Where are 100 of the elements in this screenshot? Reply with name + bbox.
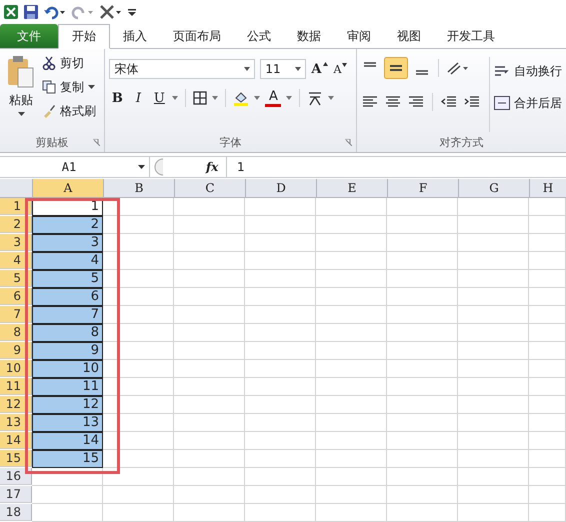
- table-cell: 12: [32, 396, 103, 414]
- row-header[interactable]: 2: [0, 216, 32, 233]
- row-header[interactable]: 4: [0, 252, 32, 269]
- row-header[interactable]: 6: [0, 288, 32, 305]
- font-color-button[interactable]: A: [265, 90, 282, 106]
- table-cell: [245, 324, 316, 342]
- table-cell: [103, 414, 174, 432]
- table-cell: [458, 270, 529, 288]
- ribbon-tab[interactable]: 开发工具: [434, 24, 508, 48]
- row-header[interactable]: 17: [0, 486, 32, 503]
- fill-color-icon[interactable]: [233, 90, 250, 106]
- table-cell: [316, 468, 387, 486]
- cut-button[interactable]: 剪切: [42, 53, 96, 73]
- row-header[interactable]: 5: [0, 270, 32, 287]
- ribbon-tab[interactable]: 页面布局: [160, 24, 234, 48]
- undo-icon[interactable]: [43, 4, 67, 20]
- ribbon-tab[interactable]: 数据: [284, 24, 334, 48]
- column-header[interactable]: H: [530, 179, 566, 198]
- table-cell: [458, 288, 529, 306]
- column-header[interactable]: A: [33, 179, 104, 198]
- excel-logo-icon[interactable]: [3, 4, 19, 20]
- insert-function-button[interactable]: fx: [206, 160, 226, 174]
- ribbon-tab[interactable]: 插入: [110, 24, 160, 48]
- wrap-text-icon: [494, 64, 510, 78]
- table-cell: [174, 288, 245, 306]
- table-cell: [103, 486, 174, 504]
- row-header[interactable]: 11: [0, 378, 32, 395]
- table-cell: [458, 324, 529, 342]
- table-cell: [245, 432, 316, 450]
- table-cell: 4: [32, 252, 103, 270]
- dropdown-caret-icon[interactable]: [212, 96, 218, 100]
- orientation-icon[interactable]: [446, 60, 470, 76]
- table-cell: [458, 198, 529, 216]
- save-icon[interactable]: [23, 4, 39, 20]
- row-header[interactable]: 14: [0, 432, 32, 449]
- table-cell: [458, 342, 529, 360]
- ribbon-tab[interactable]: 公式: [234, 24, 284, 48]
- italic-button[interactable]: I: [130, 90, 146, 106]
- row-header[interactable]: 9: [0, 342, 32, 359]
- shrink-font-button[interactable]: A: [332, 62, 348, 76]
- dialog-launcher-icon[interactable]: [93, 139, 100, 146]
- row-header[interactable]: 18: [0, 504, 32, 521]
- formula-input[interactable]: 1: [226, 157, 566, 177]
- font-name-field[interactable]: 宋体: [109, 59, 256, 79]
- wrap-text-button[interactable]: 自动换行: [494, 61, 562, 81]
- row-header[interactable]: 7: [0, 306, 32, 323]
- row-header[interactable]: 15: [0, 450, 32, 467]
- row-header[interactable]: 8: [0, 324, 32, 341]
- row-header[interactable]: 12: [0, 396, 32, 413]
- table-cell: [174, 504, 245, 522]
- bold-button[interactable]: B: [109, 90, 126, 106]
- clipboard-icon: [6, 55, 36, 89]
- column-header[interactable]: G: [459, 179, 530, 198]
- table-cell: [458, 468, 529, 486]
- group-label: 字体: [220, 134, 242, 150]
- table-cell: [174, 360, 245, 378]
- table-cell: [387, 270, 458, 288]
- dropdown-caret-icon[interactable]: [254, 96, 260, 100]
- table-cell: [529, 288, 566, 306]
- table-cell: [387, 378, 458, 396]
- borders-icon[interactable]: [193, 91, 208, 105]
- table-cell: [103, 504, 174, 522]
- ribbon-tab[interactable]: 视图: [384, 24, 434, 48]
- copy-button[interactable]: 复制: [42, 77, 96, 97]
- column-header[interactable]: B: [104, 179, 175, 198]
- table-cell: [103, 198, 174, 216]
- file-tab[interactable]: 文件: [0, 24, 58, 48]
- middle-align-icon[interactable]: [384, 57, 408, 79]
- grow-font-button[interactable]: A: [311, 62, 328, 76]
- merge-center-button[interactable]: 合并后居: [494, 93, 562, 113]
- table-cell: [529, 396, 566, 414]
- column-header[interactable]: C: [175, 179, 246, 198]
- ribbon-tab[interactable]: 开始: [58, 24, 110, 49]
- font-size-field[interactable]: 11: [260, 59, 306, 79]
- dropdown-caret-icon[interactable]: [286, 96, 292, 100]
- table-cell: [529, 234, 566, 252]
- table-cell: [174, 414, 245, 432]
- underline-button[interactable]: U: [151, 90, 168, 106]
- dropdown-caret-icon[interactable]: [172, 96, 178, 100]
- column-header[interactable]: E: [317, 179, 388, 198]
- name-box[interactable]: A1: [0, 157, 150, 177]
- table-cell: [316, 360, 387, 378]
- dialog-launcher-icon[interactable]: [345, 139, 352, 146]
- row-header[interactable]: 3: [0, 234, 32, 251]
- row-header[interactable]: 10: [0, 360, 32, 377]
- row-header[interactable]: 13: [0, 414, 32, 431]
- table-cell: [103, 432, 174, 450]
- ribbon-tab[interactable]: 审阅: [334, 24, 384, 48]
- row-header[interactable]: 16: [0, 468, 32, 485]
- format-painter-button[interactable]: 格式刷: [42, 101, 96, 121]
- table-cell: [316, 324, 387, 342]
- dropdown-caret-icon[interactable]: [328, 96, 334, 100]
- table-cell: [316, 306, 387, 324]
- paste-button[interactable]: 粘贴: [4, 53, 38, 132]
- column-header[interactable]: D: [246, 179, 317, 198]
- group-label: 对齐方式: [440, 134, 484, 150]
- table-cell: [387, 396, 458, 414]
- column-header[interactable]: F: [388, 179, 459, 198]
- table-cell: [529, 324, 566, 342]
- table-cell: [387, 342, 458, 360]
